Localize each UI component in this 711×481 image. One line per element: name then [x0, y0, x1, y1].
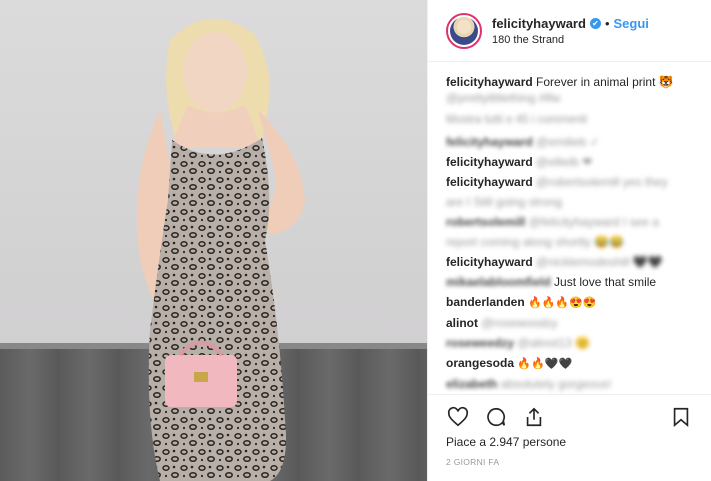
share-upload-icon[interactable]: [522, 405, 546, 429]
username-link[interactable]: felicityhayward: [492, 16, 586, 31]
comment-row: banderlanden 🔥🔥🔥😍😍: [446, 295, 597, 309]
comment-row: orangesoda 🔥🔥🖤🖤: [446, 356, 573, 370]
comment-row: robertsolemill @felicityhayward I see a: [446, 215, 659, 229]
post-photo[interactable]: [0, 0, 427, 481]
comment-row: mikaelabloomfield Just love that smile: [446, 275, 657, 289]
comment-row: alinot @rosewoodzy: [446, 316, 558, 330]
likes-count[interactable]: Piace a 2.947 persone: [428, 431, 711, 449]
woman-in-leopard-dress-illustration: [136, 18, 305, 481]
comment-row: felicityhayward @robertsolemill yes they: [446, 175, 668, 189]
post-timestamp: 2 GIORNI FA: [446, 457, 500, 467]
post-caption: felicityhayward Forever in animal print …: [446, 74, 693, 106]
post-sidebar: felicityhayward ✔ • Segui 180 the Strand…: [427, 0, 711, 481]
caption-tags[interactable]: @prettylittlething #lfw: [446, 91, 560, 105]
bookmark-icon[interactable]: [669, 405, 693, 429]
heart-icon[interactable]: [446, 405, 470, 429]
comment-row: elizabeth absolutely gorgeous!: [446, 377, 612, 391]
comment-row-cont: are I Still going strong: [446, 195, 563, 209]
comment-row: felicityhayward @nicklemodeshill 🖤🖤: [446, 255, 663, 269]
follow-button[interactable]: Segui: [614, 16, 649, 31]
location-link[interactable]: 180 the Strand: [492, 34, 649, 46]
separator-dot: •: [604, 15, 610, 31]
comment-row: felicityhayward @ellielb ❤: [446, 155, 593, 169]
comments-section: felicityhayward Forever in animal print …: [428, 62, 711, 395]
load-more-comments[interactable]: Mostra tutti e 45 i commenti: [446, 114, 693, 126]
action-bar: [428, 395, 711, 431]
caption-text: Forever in animal print 🐯: [536, 75, 674, 89]
post-header: felicityhayward ✔ • Segui 180 the Strand: [428, 0, 711, 62]
comment-bubble-icon[interactable]: [484, 405, 508, 429]
comment-row-cont: report coming along shortly 😂😂: [446, 235, 624, 249]
verified-badge-icon: ✔: [589, 17, 601, 29]
avatar[interactable]: [446, 12, 482, 49]
comment-row: roseweedzy @alinot13 😊: [446, 336, 590, 350]
caption-username[interactable]: felicityhayward: [446, 75, 533, 89]
comment-row: felicityhayward @emilieb ✓: [446, 135, 600, 149]
